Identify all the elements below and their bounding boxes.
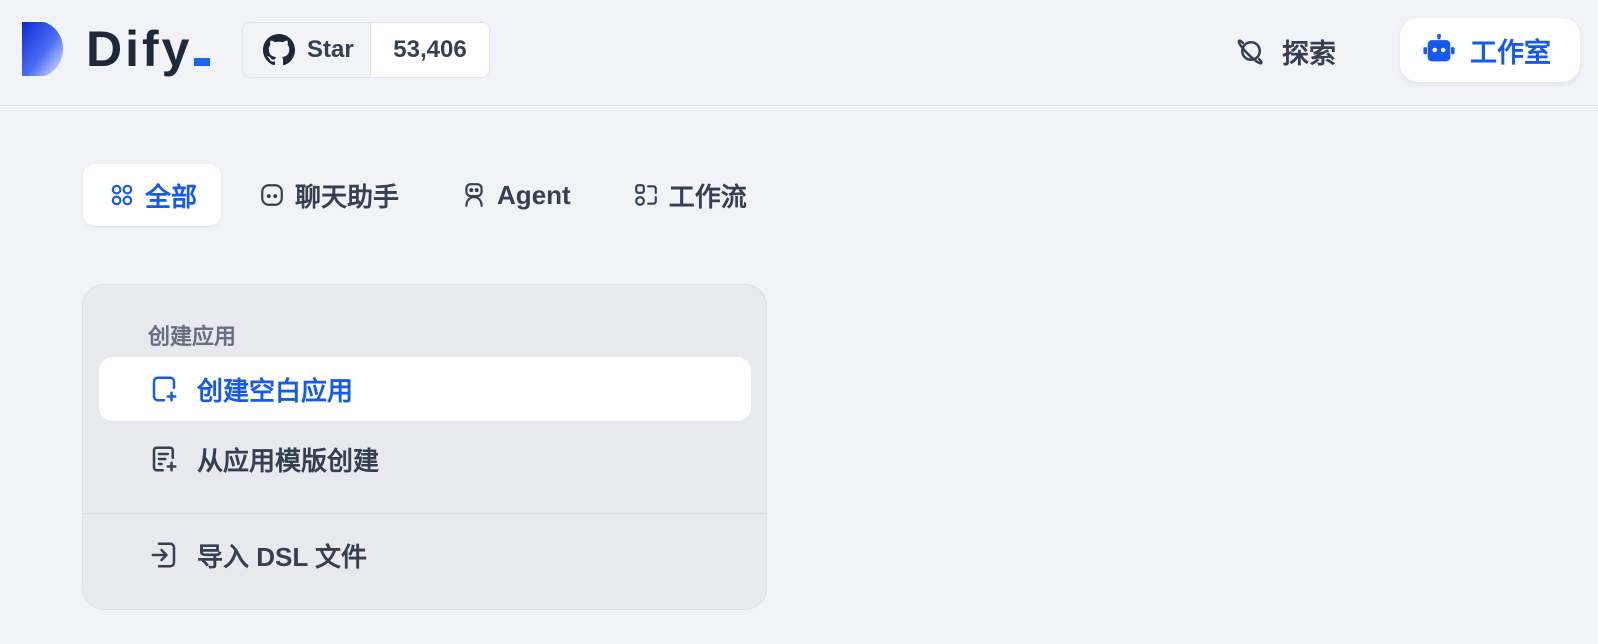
chat-bubble-icon: [261, 184, 283, 206]
tab-chat-assistant-label: 聊天助手: [295, 181, 400, 212]
app-type-tabs: 全部 聊天助手 Agent 工作流: [83, 164, 783, 226]
dify-logo-mark: [22, 22, 64, 76]
tab-workflow[interactable]: 工作流: [607, 164, 771, 226]
nav-explore[interactable]: 探索: [1236, 26, 1336, 76]
github-star-count[interactable]: 53,406: [371, 23, 489, 77]
tab-agent-label: Agent: [497, 179, 571, 210]
robot-outline-icon: [465, 183, 483, 207]
robot-icon: [1423, 33, 1455, 62]
tab-all[interactable]: 全部: [83, 164, 222, 226]
tab-workflow-label: 工作流: [668, 181, 747, 212]
nav-studio-label: 工作室: [1470, 37, 1551, 68]
nav-studio[interactable]: 工作室: [1400, 18, 1580, 82]
create-app-card: 创建应用 创建空白应用 从应用模版创建 导入 DSL 文件: [82, 284, 767, 610]
github-star-badge[interactable]: Star 53,406: [242, 22, 490, 78]
top-header: Dify Star 53,406 探索 工作室: [0, 0, 1598, 106]
create-from-template-button[interactable]: 从应用模版创建: [99, 427, 751, 491]
nav-explore-label: 探索: [1282, 38, 1336, 69]
planet-icon: [1237, 39, 1263, 65]
logo-wordmark: Dify: [86, 24, 211, 74]
tab-chat-assistant[interactable]: 聊天助手: [233, 164, 423, 226]
create-blank-app-label: 创建空白应用: [197, 375, 354, 406]
tab-all-label: 全部: [145, 181, 198, 212]
import-icon: [151, 542, 176, 568]
template-file-icon: [152, 446, 177, 472]
create-blank-app-button[interactable]: 创建空白应用: [99, 357, 751, 421]
github-icon: [263, 34, 295, 66]
import-dsl-label: 导入 DSL 文件: [197, 541, 367, 572]
workflow-icon: [634, 184, 657, 206]
import-dsl-button[interactable]: 导入 DSL 文件: [99, 523, 751, 587]
file-plus-icon: [152, 376, 177, 402]
create-app-title: 创建应用: [148, 324, 237, 349]
create-from-template-label: 从应用模版创建: [197, 445, 380, 476]
card-divider: [83, 513, 766, 514]
github-star-label: Star: [307, 36, 354, 63]
tab-agent[interactable]: Agent: [435, 164, 595, 226]
dify-logo[interactable]: Dify: [20, 20, 211, 78]
github-star-button[interactable]: Star: [243, 23, 371, 77]
grid-icon: [111, 184, 133, 206]
